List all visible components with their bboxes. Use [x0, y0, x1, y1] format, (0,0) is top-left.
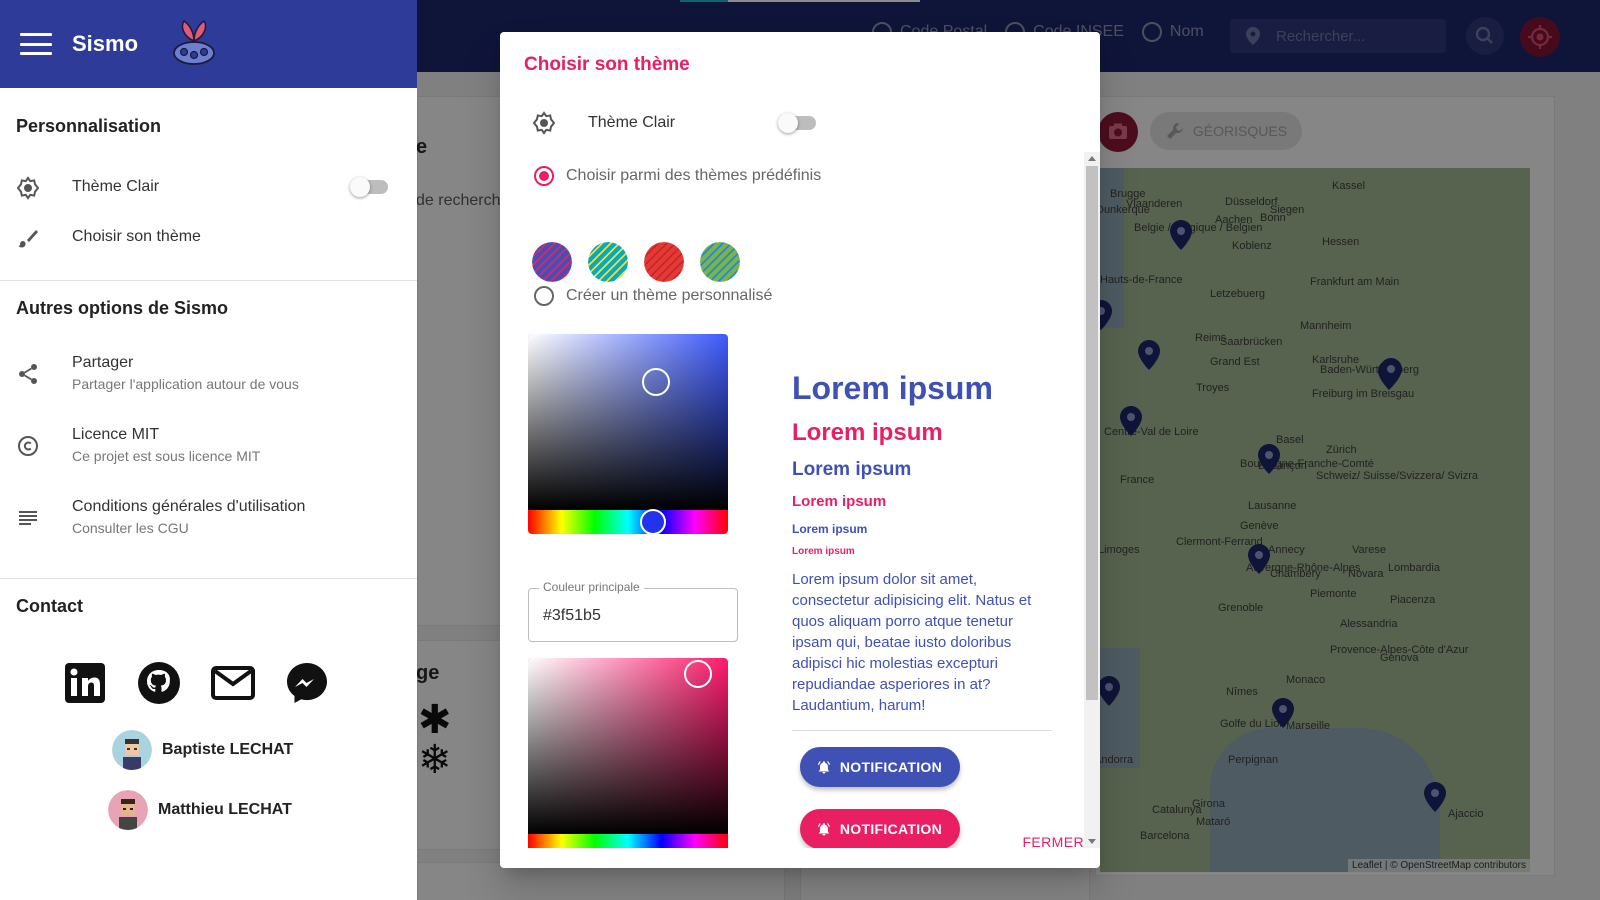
- option-predefined-label: Choisir parmi des thèmes prédéfinis: [566, 167, 822, 184]
- contact-name: Baptiste LECHAT: [162, 741, 294, 758]
- section-contact-title: Contact: [16, 596, 83, 616]
- choose-theme-label: Choisir son thème: [72, 228, 201, 245]
- navigation-drawer: Sismo Personnalisation Thème Clair Chois…: [0, 0, 417, 900]
- preview-h4: Lorem ipsum: [792, 493, 887, 510]
- primary-color-field[interactable]: Couleur principale #3f51b5: [528, 580, 738, 642]
- license-item[interactable]: Licence MIT Ce projet est sous licence M…: [0, 416, 417, 476]
- mail-icon[interactable]: [210, 660, 256, 706]
- preview-paragraph: Lorem ipsum dolor sit amet, consectetur …: [792, 571, 1032, 714]
- license-description: Ce projet est sous licence MIT: [72, 448, 261, 464]
- brightness-icon: [16, 176, 40, 200]
- linkedin-icon[interactable]: [62, 660, 108, 706]
- preview-notification-secondary-button[interactable]: NOTIFICATION: [800, 809, 960, 848]
- preview-h6: Lorem ipsum: [792, 546, 855, 557]
- theme-swatch-2[interactable]: [588, 242, 628, 282]
- contact-name: Matthieu LECHAT: [158, 801, 292, 818]
- theme-swatch-3[interactable]: [644, 242, 684, 282]
- notification-label: NOTIFICATION: [839, 821, 942, 837]
- primary-hue-slider[interactable]: [528, 509, 728, 534]
- primary-hue-knob[interactable]: [640, 509, 666, 534]
- secondary-saturation-area[interactable]: [528, 658, 728, 834]
- messenger-icon[interactable]: [284, 660, 330, 706]
- preview-h1: Lorem ipsum: [792, 370, 993, 406]
- cgu-description: Consulter les CGU: [72, 520, 189, 536]
- share-label: Partager: [72, 354, 134, 371]
- brightness-icon: [532, 111, 556, 135]
- app-brand: Sismo: [72, 31, 139, 56]
- notes-icon: [19, 511, 37, 525]
- preview-h3: Lorem ipsum: [792, 459, 912, 480]
- cgu-item[interactable]: Conditions générales d'utilisation Consu…: [0, 488, 417, 548]
- section-personalisation-title: Personnalisation: [16, 116, 162, 136]
- radio-checked-icon: [534, 166, 554, 186]
- secondary-hue-slider[interactable]: [528, 834, 728, 848]
- option-custom-label: Créer un thème personnalisé: [566, 287, 773, 304]
- license-label: Licence MIT: [72, 426, 160, 443]
- drawer-header: Sismo: [0, 0, 417, 88]
- theme-swatch-1[interactable]: [532, 242, 572, 282]
- dialog-scrollbar[interactable]: [1084, 152, 1100, 848]
- scrollbar-thumb[interactable]: [1086, 166, 1098, 700]
- secondary-color-picker[interactable]: [528, 658, 728, 848]
- primary-color-cursor[interactable]: [642, 368, 670, 396]
- primary-color-value: #3f51b5: [543, 607, 601, 624]
- dialog-content: Choisir parmi des thèmes prédéfinis Crée…: [500, 150, 1100, 848]
- social-links: [62, 660, 330, 706]
- light-theme-switch[interactable]: [350, 177, 388, 197]
- bell-ring-icon: [817, 761, 830, 774]
- switch-knob: [350, 177, 370, 197]
- dialog-light-theme-row[interactable]: Thème Clair: [532, 108, 812, 138]
- light-theme-item[interactable]: Thème Clair: [0, 164, 417, 212]
- radio-unchecked-icon: [534, 286, 554, 306]
- section-other-options-title: Autres options de Sismo: [16, 298, 229, 318]
- dialog-title: Choisir son thème: [524, 54, 690, 75]
- avatar: [108, 790, 148, 830]
- menu-icon[interactable]: [20, 33, 52, 55]
- preview-notification-primary-button[interactable]: NOTIFICATION: [800, 747, 960, 787]
- bell-ring-icon: [817, 823, 830, 836]
- notification-label: NOTIFICATION: [839, 759, 942, 775]
- option-custom[interactable]: Créer un thème personnalisé: [534, 286, 772, 306]
- contact-baptiste[interactable]: Baptiste LECHAT: [112, 730, 293, 770]
- divider: [792, 730, 1052, 731]
- dialog-light-theme-label: Thème Clair: [588, 114, 676, 131]
- scroll-up-arrow[interactable]: [1088, 156, 1096, 161]
- theme-preview: Lorem ipsum Lorem ipsum Lorem ipsum Lore…: [792, 370, 1052, 848]
- dialog-light-theme-switch[interactable]: [778, 113, 816, 133]
- option-predefined[interactable]: Choisir parmi des thèmes prédéfinis: [534, 166, 821, 186]
- secondary-color-cursor[interactable]: [684, 660, 712, 688]
- app-logo: [173, 19, 215, 65]
- choose-theme-item[interactable]: Choisir son thème: [0, 214, 417, 262]
- primary-saturation-area[interactable]: [528, 334, 728, 510]
- light-theme-label: Thème Clair: [72, 178, 160, 195]
- brush-icon: [18, 230, 38, 248]
- scroll-down-arrow[interactable]: [1088, 839, 1096, 844]
- share-item[interactable]: Partager Partager l'application autour d…: [0, 344, 417, 404]
- avatar: [112, 730, 152, 770]
- share-icon: [19, 364, 37, 384]
- theme-swatch-4[interactable]: [700, 242, 740, 282]
- predefined-theme-swatches: [532, 242, 740, 282]
- preview-h5: Lorem ipsum: [792, 522, 868, 536]
- primary-color-picker[interactable]: [528, 334, 728, 534]
- switch-knob: [778, 113, 798, 133]
- primary-color-label: Couleur principale: [539, 580, 644, 594]
- contact-matthieu[interactable]: Matthieu LECHAT: [108, 790, 292, 830]
- copyright-icon: [18, 436, 38, 456]
- github-icon[interactable]: [136, 660, 182, 706]
- close-button[interactable]: FERMER: [1022, 834, 1084, 850]
- cgu-label: Conditions générales d'utilisation: [72, 498, 306, 515]
- preview-h2: Lorem ipsum: [792, 419, 943, 446]
- share-description: Partager l'application autour de vous: [72, 376, 299, 392]
- theme-dialog: Choisir son thème Thème Clair Choisir pa…: [500, 32, 1100, 868]
